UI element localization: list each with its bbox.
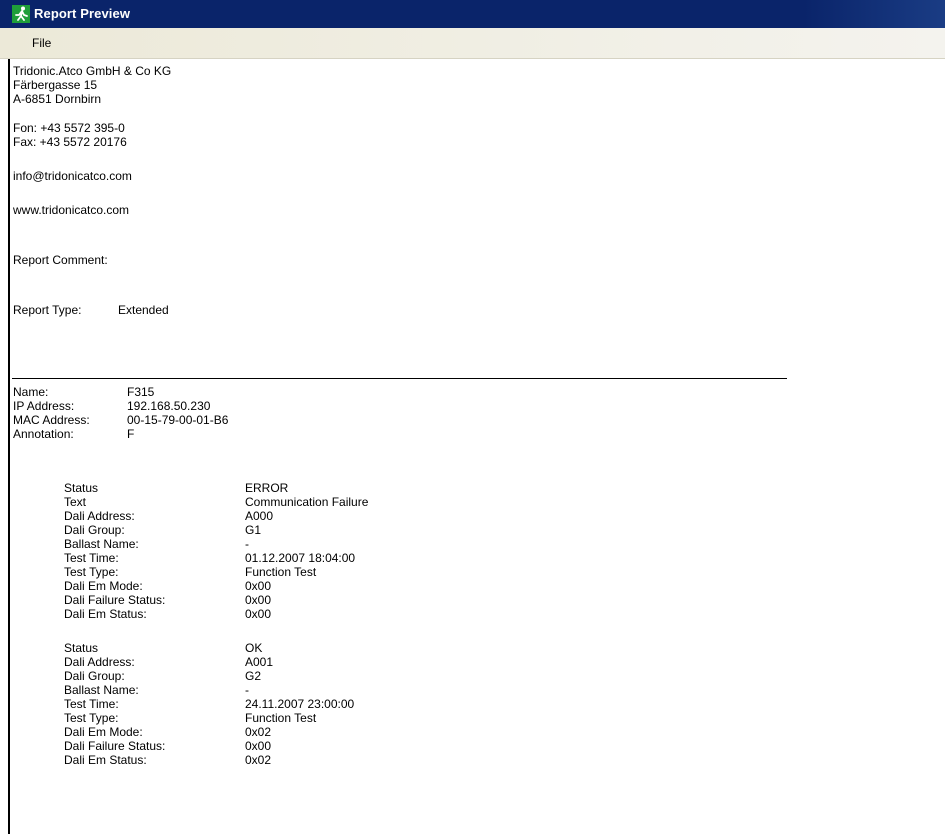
entry-value: 0x00 [245,607,272,621]
entry-value: Communication Failure [245,495,369,509]
company-email: info@tridonicatco.com [13,169,132,183]
entry-value: 0x02 [245,753,272,767]
entry-label: Test Time: [64,697,119,711]
page-left-border [8,59,10,834]
entry-label: Ballast Name: [64,683,139,697]
entry-label: Test Type: [64,711,119,725]
report-content [0,59,945,834]
entry-value: 0x02 [245,725,272,739]
company-fax: Fax: +43 5572 20176 [13,135,127,149]
entry-label: Ballast Name: [64,537,139,551]
entry-label: Dali Failure Status: [64,593,166,607]
entry-value: 0x00 [245,579,272,593]
entry-value: A001 [245,655,274,669]
device-name-value: F315 [127,385,155,399]
company-street: Färbergasse 15 [13,78,98,92]
entry-label: Dali Group: [64,523,125,537]
section-divider [12,378,787,379]
ip-address-label: IP Address: [13,399,75,413]
entry-label: Dali Address: [64,509,135,523]
entry-label: Test Time: [64,551,119,565]
title-bar[interactable]: Report Preview [0,0,945,28]
entry-value: G1 [245,523,262,537]
entry-value: - [245,537,249,551]
running-man-icon [12,5,30,23]
report-comment-label: Report Comment: [13,253,108,267]
window-title: Report Preview [34,6,131,21]
entry-label: Dali Failure Status: [64,739,166,753]
company-city: A-6851 Dornbirn [13,92,102,106]
ip-address-value: 192.168.50.230 [127,399,211,413]
entry-value: G2 [245,669,262,683]
entry-label: Dali Em Mode: [64,725,143,739]
report-type-value: Extended [118,303,169,317]
entry-value: - [245,683,249,697]
entry-value: Function Test [245,711,317,725]
entry-value: ERROR [245,481,289,495]
device-name-label: Name: [13,385,49,399]
company-name: Tridonic.Atco GmbH & Co KG [13,64,172,78]
entry-label: Status [64,641,99,655]
entry-value: OK [245,641,263,655]
entry-label: Test Type: [64,565,119,579]
entry-label: Text [64,495,87,509]
entry-label: Dali Address: [64,655,135,669]
report-type-label: Report Type: [13,303,82,317]
entry-label: Dali Em Status: [64,607,147,621]
entry-value: 0x00 [245,593,272,607]
entry-value: 0x00 [245,739,272,753]
company-phone: Fon: +43 5572 395-0 [13,121,125,135]
company-website: www.tridonicatco.com [13,203,130,217]
entry-label: Dali Group: [64,669,125,683]
menu-bar: File [0,28,945,59]
entry-value: Function Test [245,565,317,579]
entry-label: Status [64,481,99,495]
entry-label: Dali Em Status: [64,753,147,767]
annotation-label: Annotation: [13,427,74,441]
mac-address-value: 00-15-79-00-01-B6 [127,413,229,427]
annotation-value: F [127,427,135,441]
menu-file[interactable]: File [32,36,51,50]
entry-value: 01.12.2007 18:04:00 [245,551,356,565]
mac-address-label: MAC Address: [13,413,90,427]
entry-label: Dali Em Mode: [64,579,143,593]
entry-value: A000 [245,509,274,523]
entry-value: 24.11.2007 23:00:00 [245,697,355,711]
